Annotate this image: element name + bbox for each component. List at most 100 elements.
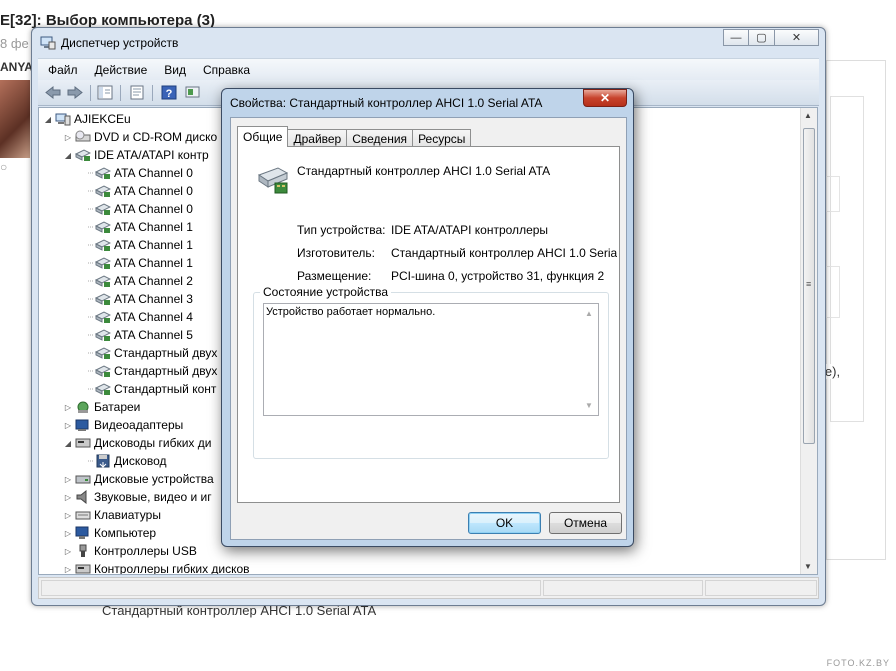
tree-item[interactable]: ▷ Батареи	[63, 398, 140, 416]
collapse-icon[interactable]: ◢	[63, 439, 73, 448]
tree-item[interactable]: ◢ IDE ATA/ATAPI контр	[63, 146, 209, 164]
menu-view[interactable]: Вид	[154, 59, 193, 80]
minimize-button[interactable]: —	[723, 29, 749, 46]
tab-general[interactable]: Общие	[237, 126, 289, 147]
expand-icon[interactable]: ▷	[63, 493, 73, 502]
tree-item[interactable]: ATA Channel 0	[83, 164, 193, 182]
cancel-button[interactable]: Отмена	[549, 512, 622, 534]
ok-button[interactable]: OK	[468, 512, 541, 534]
tree-item[interactable]: Стандартный двух	[83, 362, 217, 380]
tree-item[interactable]: ▷ Контроллеры USB	[63, 542, 197, 560]
menu-bar: Файл Действие Вид Справка	[38, 58, 819, 80]
tree-item[interactable]: Стандартный конт	[83, 380, 216, 398]
scroll-up-icon[interactable]: ▲	[585, 309, 593, 318]
tree-item[interactable]: ▷ Звуковые, видео и иг	[63, 488, 212, 506]
embedded-frame-box	[826, 176, 840, 212]
menu-help[interactable]: Справка	[193, 59, 257, 80]
expand-icon[interactable]: ▷	[63, 529, 73, 538]
tree-item[interactable]: ATA Channel 4	[83, 308, 193, 326]
tree-item[interactable]: ◢ Дисководы гибких ди	[63, 434, 212, 452]
tree-item[interactable]: ▷ Видеоадаптеры	[63, 416, 183, 434]
show-hide-tree-icon[interactable]	[96, 84, 114, 101]
tree-item[interactable]: ▷ Дисковые устройства	[63, 470, 214, 488]
expand-icon[interactable]: ▷	[63, 547, 73, 556]
tree-item[interactable]: ▷ Компьютер	[63, 524, 156, 542]
menu-action[interactable]: Действие	[85, 59, 155, 80]
tree-item-label: ATA Channel 2	[114, 274, 193, 288]
scan-hardware-icon[interactable]	[184, 84, 202, 101]
scroll-grip-icon: ≡	[806, 279, 812, 289]
tree-item[interactable]: ATA Channel 0	[83, 182, 193, 200]
tree-item[interactable]: ATA Channel 2	[83, 272, 193, 290]
tree-item-label: IDE ATA/ATAPI контр	[94, 148, 209, 162]
tab-details[interactable]: Сведения	[346, 129, 414, 147]
embedded-frame-box	[826, 266, 840, 318]
disk-drive-icon	[75, 475, 91, 484]
close-button[interactable]: ✕	[775, 29, 819, 46]
device-status-group: Состояние устройства Устройство работает…	[253, 285, 609, 459]
toolbar-separator	[120, 85, 121, 101]
expand-icon[interactable]: ▷	[63, 421, 73, 430]
tab-strip: Общие Драйвер Сведения Ресурсы	[237, 126, 472, 147]
status-scrollbar[interactable]: ▲ ▼	[581, 304, 598, 415]
tree-item-label: Дисковые устройства	[94, 472, 214, 486]
maximize-button[interactable]: ▢	[749, 29, 775, 46]
tree-item[interactable]: ▷ Клавиатуры	[63, 506, 161, 524]
tree-item[interactable]: ATA Channel 3	[83, 290, 193, 308]
tree-item[interactable]: ▷ Контроллеры гибких дисков	[63, 560, 250, 574]
expand-icon[interactable]: ▷	[63, 511, 73, 520]
expand-icon[interactable]: ▷	[63, 403, 73, 412]
tree-item[interactable]: ◢ AJIEKCEu	[43, 110, 131, 128]
help-icon[interactable]: ?	[160, 84, 178, 101]
speaker-icon	[76, 490, 87, 504]
dialog-body: Общие Драйвер Сведения Ресурсы Стандартн…	[230, 117, 627, 540]
tree-item-label: ATA Channel 4	[114, 310, 193, 324]
menu-file[interactable]: Файл	[38, 59, 85, 80]
ide-channel-icon	[95, 311, 111, 323]
post-author[interactable]: ANYA	[0, 60, 33, 74]
tree-item[interactable]: ATA Channel 1	[83, 218, 193, 236]
location-value: PCI-шина 0, устройство 31, функция 2	[391, 269, 605, 283]
dialog-close-button[interactable]: ✕	[583, 89, 627, 107]
title-bar[interactable]: Диспетчер устройств — ▢ ✕	[32, 28, 825, 58]
collapse-icon[interactable]: ◢	[63, 151, 73, 160]
tab-driver[interactable]: Драйвер	[287, 129, 348, 147]
ide-channel-icon	[95, 383, 111, 395]
scroll-up-icon[interactable]: ▲	[804, 111, 812, 120]
tree-item-label: Дисковод	[114, 454, 167, 468]
tab-resources[interactable]: Ресурсы	[412, 129, 472, 147]
tree-item[interactable]: ▷ DVD и CD-ROM диско	[63, 128, 217, 146]
toolbar-separator	[90, 85, 91, 101]
expand-icon[interactable]: ▷	[63, 475, 73, 484]
scroll-down-icon[interactable]: ▼	[585, 401, 593, 410]
expand-icon[interactable]: ▷	[63, 565, 73, 574]
ide-channel-icon	[95, 221, 111, 233]
properties-dialog: Свойства: Стандартный контроллер AHCI 1.…	[221, 88, 634, 547]
device-name: Стандартный контроллер AHCI 1.0 Serial A…	[297, 164, 551, 178]
manufacturer-label: Изготовитель:	[297, 246, 375, 260]
computer-icon	[55, 113, 71, 126]
ide-channel-icon	[95, 257, 111, 269]
scroll-down-icon[interactable]: ▼	[804, 562, 812, 571]
ide-channel-icon	[95, 329, 111, 341]
device-status-textbox[interactable]: Устройство работает нормально. ▲ ▼	[263, 303, 599, 416]
collapse-icon[interactable]: ◢	[43, 115, 53, 124]
avatar	[0, 80, 30, 158]
forward-icon[interactable]	[66, 84, 84, 101]
window-title: Диспетчер устройств	[61, 36, 179, 50]
tree-item[interactable]: Стандартный двух	[83, 344, 217, 362]
tree-item[interactable]: ATA Channel 0	[83, 200, 193, 218]
tree-item[interactable]: Дисковод	[83, 452, 167, 470]
expand-icon[interactable]: ▷	[63, 133, 73, 142]
tree-item[interactable]: ATA Channel 5	[83, 326, 193, 344]
back-icon[interactable]	[44, 84, 62, 101]
tree-item[interactable]: ATA Channel 1	[83, 236, 193, 254]
tree-item-label: Звуковые, видео и иг	[94, 490, 212, 504]
tree-item[interactable]: ATA Channel 1	[83, 254, 193, 272]
tree-item-label: Стандартный двух	[114, 364, 218, 378]
scroll-thumb[interactable]: ≡	[803, 128, 815, 444]
tree-item-label: Стандартный двух	[114, 346, 218, 360]
usb-icon	[79, 544, 87, 557]
tree-scrollbar[interactable]: ▲ ≡ ▼	[800, 108, 817, 574]
properties-icon[interactable]	[128, 84, 146, 101]
